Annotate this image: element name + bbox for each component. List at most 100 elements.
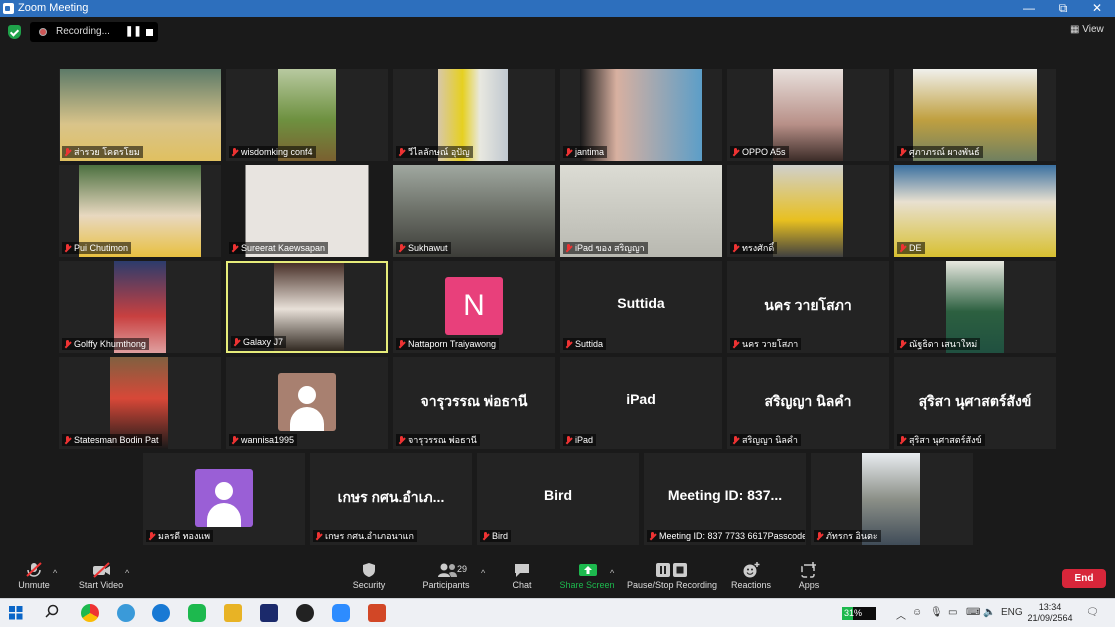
muted-mic-icon bbox=[64, 244, 71, 252]
tray-display-icon[interactable]: ▭ bbox=[948, 607, 957, 618]
participant-tile[interactable]: iPad ของ สริญญา bbox=[560, 165, 722, 257]
chat-button[interactable]: Chat bbox=[508, 562, 536, 590]
participant-name: Suttida bbox=[575, 339, 604, 349]
share-screen-button[interactable]: Share Screen bbox=[558, 562, 616, 590]
participant-name-label: ณัฐธิดา เสนาใหม่ bbox=[897, 338, 981, 350]
participant-tile[interactable]: N Nattaporn Traiyawong bbox=[393, 261, 555, 353]
video-options-caret[interactable]: ^ bbox=[125, 568, 129, 578]
end-meeting-button[interactable]: End bbox=[1062, 569, 1106, 588]
obs-icon[interactable] bbox=[296, 604, 314, 622]
reactions-label: Reactions bbox=[730, 580, 772, 590]
participant-name: ส่ารวย โคตรโยม bbox=[74, 147, 140, 157]
participant-tile[interactable]: สุริสา นุศาสตร์สังข์ สุริสา นุศาสตร์สังข์ bbox=[894, 357, 1056, 449]
participant-tile[interactable]: Golffy Khumthong bbox=[59, 261, 221, 353]
participant-tile[interactable]: มลรดี ทองแพ bbox=[143, 453, 305, 545]
participant-tile[interactable]: wisdomking conf4 bbox=[226, 69, 388, 161]
muted-mic-icon bbox=[398, 340, 405, 348]
start-video-button[interactable]: Start Video bbox=[74, 562, 128, 590]
participant-display-name: นคร วายโสภา bbox=[764, 297, 852, 313]
notification-icon[interactable]: 🗨 bbox=[1086, 607, 1099, 618]
battery-indicator[interactable]: 31% bbox=[842, 607, 876, 620]
tray-volume-icon[interactable]: 🔈 bbox=[983, 607, 995, 618]
participant-tile[interactable]: Statesman Bodin Pat bbox=[59, 357, 221, 449]
participant-name-label: ส่ารวย โคตรโยม bbox=[62, 146, 143, 158]
security-button[interactable]: Security bbox=[348, 562, 390, 590]
apps-label: Apps bbox=[798, 580, 820, 590]
file-explorer-icon[interactable] bbox=[224, 604, 242, 622]
tray-mic-icon[interactable]: 🎙 bbox=[930, 607, 943, 618]
participant-name: iPad bbox=[575, 435, 594, 445]
muted-mic-icon bbox=[482, 532, 489, 540]
muted-mic-icon bbox=[899, 436, 906, 444]
participant-tile[interactable]: จารุวรรณ พ่อธานี จารุวรรณ พ่อธานี bbox=[393, 357, 555, 449]
taskbar-clock[interactable]: 13:34 21/09/2564 bbox=[1026, 602, 1074, 624]
participant-initial-avatar: N bbox=[445, 277, 503, 335]
participant-name-label: Meeting ID: 837 7733 6617Passcode: ... bbox=[647, 530, 805, 542]
participant-tile[interactable]: Suttida Suttida bbox=[560, 261, 722, 353]
apps-icon bbox=[800, 562, 818, 578]
participant-tile[interactable]: iPad iPad bbox=[560, 357, 722, 449]
participants-label: Participants bbox=[422, 580, 470, 590]
participant-name: นคร วายโสภา bbox=[742, 339, 799, 349]
participant-tile[interactable]: ณัฐธิดา เสนาใหม่ bbox=[894, 261, 1056, 353]
windows-start-icon[interactable] bbox=[9, 606, 25, 622]
search-icon[interactable] bbox=[44, 604, 62, 622]
line-app-icon[interactable] bbox=[188, 604, 206, 622]
edge-icon[interactable] bbox=[152, 604, 170, 622]
participant-name-label: iPad bbox=[563, 434, 597, 446]
participant-tile[interactable]: เกษร กศน.อำเภ... เกษร กศน.อำเภอนาแก bbox=[310, 453, 472, 545]
share-screen-icon bbox=[578, 562, 597, 577]
participant-name-label: wannisa1995 bbox=[229, 434, 298, 446]
participant-tile[interactable]: Galaxy J7 bbox=[226, 261, 388, 353]
muted-mic-icon bbox=[25, 562, 43, 577]
participant-tile[interactable]: wannisa1995 bbox=[226, 357, 388, 449]
participant-name: DE bbox=[909, 243, 922, 253]
participant-name: jantima bbox=[575, 147, 605, 157]
powerpoint-icon[interactable] bbox=[368, 604, 386, 622]
unmute-button[interactable]: Unmute bbox=[14, 562, 54, 590]
tray-network-icon[interactable]: ⌨ bbox=[966, 607, 980, 618]
clock-date: 21/09/2564 bbox=[1027, 613, 1073, 623]
muted-mic-icon bbox=[899, 148, 906, 156]
participant-name: wisdomking conf4 bbox=[241, 147, 313, 157]
participant-tile[interactable]: ศุภาภรณ์ ผางพันธ์ bbox=[894, 69, 1056, 161]
apps-button[interactable]: Apps bbox=[794, 562, 824, 590]
tray-person-icon[interactable]: ☺ bbox=[912, 607, 922, 618]
participant-tile[interactable]: สริญญา นิลคำ สริญญา นิลคำ bbox=[727, 357, 889, 449]
participant-tile[interactable]: นคร วายโสภา นคร วายโสภา bbox=[727, 261, 889, 353]
participant-tile[interactable]: Bird Bird bbox=[477, 453, 639, 545]
webex-icon[interactable] bbox=[260, 604, 278, 622]
participant-tile[interactable]: Sureerat Kaewsapan bbox=[226, 165, 388, 257]
share-options-caret[interactable]: ^ bbox=[610, 568, 614, 578]
muted-mic-icon bbox=[649, 532, 656, 540]
participant-tile[interactable]: Sukhawut bbox=[393, 165, 555, 257]
internet-explorer-icon[interactable] bbox=[117, 604, 135, 622]
participant-name-label: Pui Chutimon bbox=[62, 242, 132, 254]
participant-tile[interactable]: jantima bbox=[560, 69, 722, 161]
zoom-taskbar-icon[interactable] bbox=[332, 604, 350, 622]
participant-name-label: Nattaporn Traiyawong bbox=[396, 338, 500, 350]
participant-tile[interactable]: ภัทรกร อินตะ bbox=[811, 453, 973, 545]
participant-name-label: สุริสา นุศาสตร์สังข์ bbox=[897, 434, 985, 446]
participant-name: Pui Chutimon bbox=[74, 243, 129, 253]
tray-chevron-icon[interactable]: ︿ bbox=[896, 607, 906, 622]
participant-name: Bird bbox=[492, 531, 509, 541]
muted-mic-icon bbox=[732, 340, 739, 348]
audio-options-caret[interactable]: ^ bbox=[53, 568, 57, 578]
participant-tile[interactable]: Meeting ID: 837... Meeting ID: 837 7733 6… bbox=[644, 453, 806, 545]
participant-tile[interactable]: วีไลลักษณ์ อุปัญ bbox=[393, 69, 555, 161]
participant-grid: ส่ารวย โคตรโยม wisdomking conf4 วีไลลักษณ์… bbox=[0, 0, 1115, 560]
language-indicator[interactable]: ENG bbox=[1001, 607, 1023, 618]
chrome-icon[interactable] bbox=[81, 604, 99, 622]
participant-tile[interactable]: OPPO A5s bbox=[727, 69, 889, 161]
participant-tile[interactable]: Pui Chutimon bbox=[59, 165, 221, 257]
pause-stop-recording-button[interactable]: Pause/Stop Recording bbox=[626, 562, 718, 590]
participant-tile[interactable]: ทรงศักดิ์ bbox=[727, 165, 889, 257]
participant-display-name: Suttida bbox=[617, 295, 665, 311]
participant-tile[interactable]: DE bbox=[894, 165, 1056, 257]
participants-options-caret[interactable]: ^ bbox=[481, 568, 485, 578]
reactions-button[interactable]: Reactions bbox=[729, 562, 773, 590]
participant-tile[interactable]: ส่ารวย โคตรโยม bbox=[59, 69, 221, 161]
participant-name: Sureerat Kaewsapan bbox=[241, 243, 326, 253]
participant-name-label: สริญญา นิลคำ bbox=[730, 434, 801, 446]
